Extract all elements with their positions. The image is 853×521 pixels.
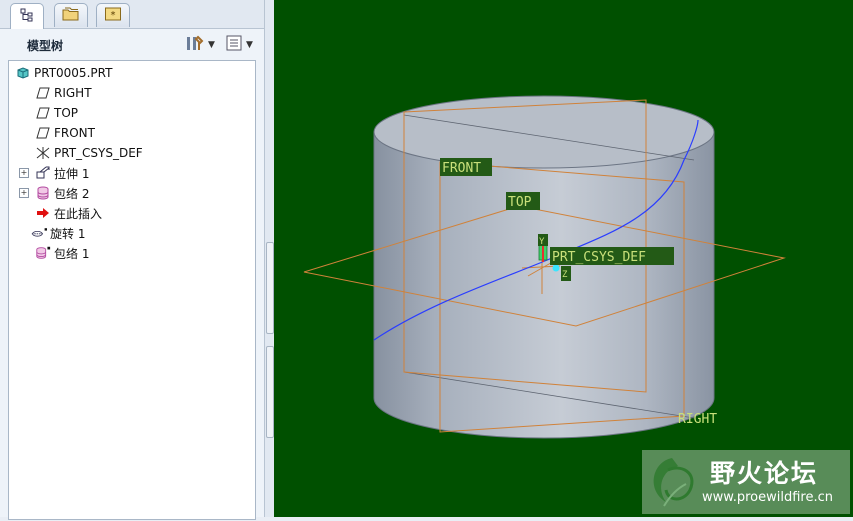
part-icon <box>15 65 31 81</box>
tools-icon <box>185 34 205 56</box>
favorites-tab[interactable]: * <box>96 3 130 27</box>
splitter-grip-lower[interactable] <box>266 346 274 438</box>
tree-item-wrap-1[interactable]: 包络 1 <box>35 243 89 263</box>
cylinder-body <box>373 131 715 439</box>
tree-item-label: PRT0005.PRT <box>34 66 113 80</box>
navigator-panel: * 模型树 ▼ ▼ PRT0005.PRT RIGHT TOP FRONT PR… <box>0 0 265 520</box>
svg-text:Y: Y <box>539 237 545 247</box>
watermark-title: 野火论坛 <box>710 459 819 488</box>
graphics-viewport[interactable]: FRONT TOP PRT_CSYS_DEF Y Z RIGHT <box>274 0 853 517</box>
folder-browser-tab[interactable] <box>54 3 88 27</box>
revolve-icon <box>31 225 47 241</box>
model-graphics: FRONT TOP PRT_CSYS_DEF Y Z RIGHT <box>303 95 786 439</box>
svg-text:FRONT: FRONT <box>442 161 481 176</box>
model-tree-header: 模型树 ▼ ▼ <box>0 30 264 60</box>
tree-item-front[interactable]: FRONT <box>35 123 95 143</box>
tree-item-csys[interactable]: PRT_CSYS_DEF <box>35 143 143 163</box>
favorites-icon: * <box>104 6 122 26</box>
csys-icon <box>35 145 51 161</box>
model-tree-tab[interactable] <box>10 3 44 29</box>
dropdown-arrow-icon: ▼ <box>208 40 215 50</box>
splitter-grip-upper[interactable] <box>266 242 274 334</box>
tree-item-right[interactable]: RIGHT <box>35 83 92 103</box>
tree-item-part[interactable]: PRT0005.PRT <box>15 63 112 83</box>
tree-item-label: 在此插入 <box>54 206 103 221</box>
front-label: FRONT <box>440 158 492 176</box>
model-tree: PRT0005.PRT RIGHT TOP FRONT PRT_CSYS_DEF… <box>8 60 256 520</box>
extrude-icon <box>35 165 51 181</box>
tree-item-label: 包络 1 <box>54 246 90 261</box>
tree-item-label: 旋转 1 <box>50 226 86 241</box>
tree-item-label: FRONT <box>54 126 95 140</box>
cylinder-top-face <box>373 95 715 169</box>
tree-item-label: 包络 2 <box>54 186 90 201</box>
tree-item-extrude[interactable]: 拉伸 1 <box>35 163 89 183</box>
expand-toggle[interactable]: + <box>19 168 29 178</box>
right-label: RIGHT <box>678 412 717 427</box>
svg-text:TOP: TOP <box>508 195 532 210</box>
svg-text:Z: Z <box>562 270 568 280</box>
tree-item-top[interactable]: TOP <box>35 103 78 123</box>
datum-plane-icon <box>35 105 51 121</box>
tree-item-label: PRT_CSYS_DEF <box>54 146 143 160</box>
top-label: TOP <box>506 192 540 210</box>
tree-item-revolve[interactable]: 旋转 1 <box>31 223 85 243</box>
forum-watermark: 野火论坛 www.proewildfire.cn <box>642 450 850 514</box>
model-tree-title: 模型树 <box>27 39 64 53</box>
csys-label: PRT_CSYS_DEF <box>550 247 674 265</box>
show-menu-button[interactable]: ▼ <box>225 35 253 55</box>
settings-menu-button[interactable]: ▼ <box>185 35 215 55</box>
svg-text:PRT_CSYS_DEF: PRT_CSYS_DEF <box>552 250 646 265</box>
list-options-icon <box>225 34 243 56</box>
navigator-tabbar: * <box>0 0 264 29</box>
y-axis-label: Y <box>538 234 548 247</box>
expand-toggle[interactable]: + <box>19 188 29 198</box>
tree-item-label: RIGHT <box>54 86 92 100</box>
datum-plane-icon <box>35 85 51 101</box>
folder-icon <box>62 6 80 26</box>
tree-item-label: 拉伸 1 <box>54 166 90 181</box>
datum-plane-icon <box>35 125 51 141</box>
wrap-icon <box>35 185 51 201</box>
tree-item-insert-here[interactable]: 在此插入 <box>35 203 102 223</box>
insert-here-arrow-icon <box>35 205 51 221</box>
model-tree-icon <box>20 7 34 26</box>
wrap-icon <box>35 245 51 261</box>
tree-item-label: TOP <box>54 106 79 120</box>
dropdown-arrow-icon: ▼ <box>246 40 253 50</box>
tree-item-wrap-2[interactable]: 包络 2 <box>35 183 89 203</box>
svg-text:*: * <box>111 10 116 21</box>
z-axis-label: Z <box>561 266 571 281</box>
watermark-url: www.proewildfire.cn <box>702 490 833 505</box>
